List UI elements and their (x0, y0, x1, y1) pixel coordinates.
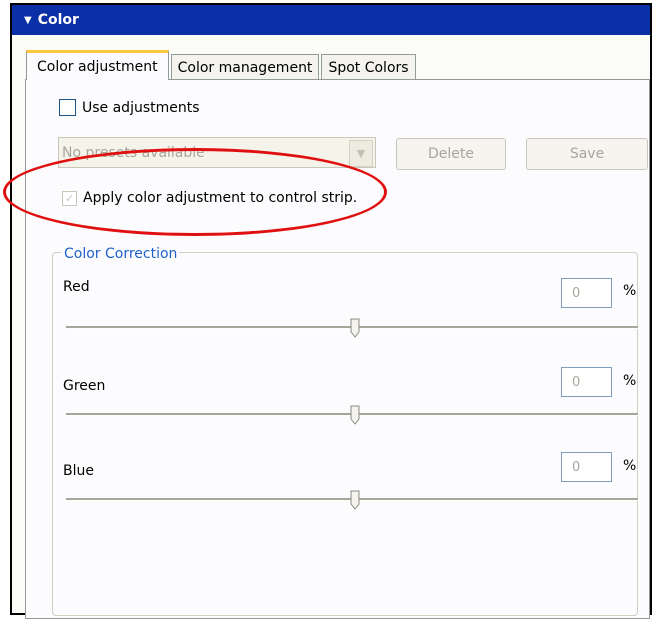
tab-spot-colors[interactable]: Spot Colors (321, 54, 416, 80)
green-percent-label: % (623, 373, 637, 389)
use-adjustments-label: Use adjustments (82, 99, 200, 116)
blue-percent-label: % (623, 458, 637, 474)
red-value-input[interactable]: 0 (561, 278, 612, 308)
color-panel: ▼ Color Color adjustment Color managemen… (10, 3, 652, 619)
color-correction-group (52, 252, 638, 616)
delete-button[interactable]: Delete (396, 138, 506, 170)
color-correction-title: Color Correction (62, 246, 180, 262)
tab-color-management[interactable]: Color management (170, 54, 320, 80)
red-label: Red (63, 279, 90, 295)
blue-value-input[interactable]: 0 (561, 452, 612, 482)
green-slider-thumb[interactable] (350, 405, 360, 425)
highlight-annotation (3, 148, 387, 236)
tab-color-adjustment[interactable]: Color adjustment (26, 50, 169, 80)
green-label: Green (63, 378, 106, 394)
red-percent-label: % (623, 283, 637, 299)
save-button[interactable]: Save (526, 138, 648, 170)
blue-slider-thumb[interactable] (350, 490, 360, 510)
red-slider-thumb[interactable] (350, 318, 360, 338)
green-value-input[interactable]: 0 (561, 367, 612, 397)
blue-label: Blue (63, 463, 94, 479)
collapse-triangle-icon[interactable]: ▼ (24, 15, 32, 26)
tab-bar: Color adjustment Color management Spot C… (26, 50, 418, 80)
use-adjustments-checkbox[interactable] (59, 99, 76, 116)
use-adjustments-row[interactable]: Use adjustments (59, 99, 200, 116)
panel-title: Color (37, 12, 79, 28)
chevron-down-icon[interactable]: ▼ (349, 140, 373, 167)
panel-header[interactable]: ▼ Color (12, 5, 650, 35)
